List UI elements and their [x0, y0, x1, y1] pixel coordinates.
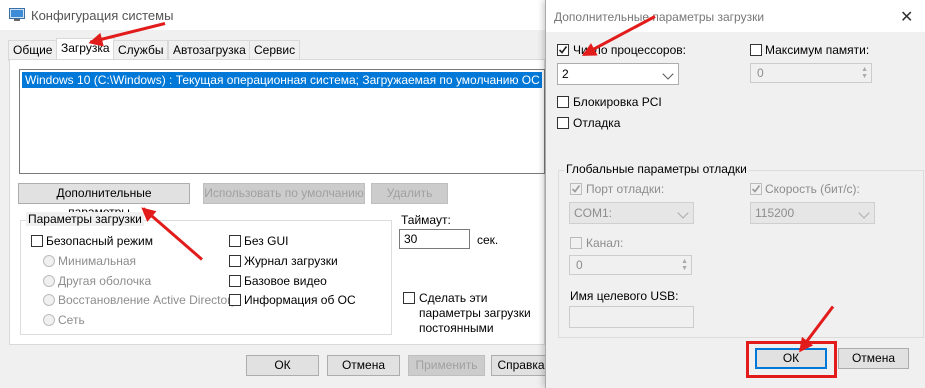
timeout-input[interactable]: 30 — [399, 229, 470, 249]
advanced-options-button[interactable]: Дополнительные параметры... — [18, 183, 190, 219]
global-debug-title: Глобальные параметры отладки — [564, 162, 749, 176]
advanced-boot-dialog: Дополнительные параметры загрузки ✕ Числ… — [545, 0, 925, 388]
boot-log-checkbox[interactable] — [229, 255, 241, 267]
channel-input[interactable]: 0 ▲ ▼ — [569, 255, 692, 275]
max-memory-checkbox[interactable] — [750, 44, 762, 56]
channel-label: Канал: — [586, 236, 624, 250]
spinner-arrows-icon[interactable]: ▲ ▼ — [681, 258, 688, 272]
make-permanent-checkbox[interactable] — [403, 292, 415, 304]
set-default-button[interactable]: Использовать по умолчанию — [203, 183, 365, 204]
minimal-label: Минимальная — [58, 254, 137, 268]
tab-general[interactable]: Общие — [8, 40, 58, 61]
spinner-arrows-icon[interactable]: ▲ ▼ — [861, 66, 868, 80]
max-memory-input[interactable]: 0 ▲ ▼ — [750, 63, 872, 83]
debug-port-value: COM1: — [574, 206, 613, 220]
alternate-shell-radio[interactable] — [43, 275, 55, 287]
timeout-value: 30 — [404, 232, 418, 246]
os-boot-info-label: Информация об ОС — [244, 293, 356, 307]
tab-boot[interactable]: Загрузка — [56, 38, 115, 61]
chevron-down-icon — [858, 207, 870, 219]
baud-rate-checkbox[interactable] — [750, 183, 762, 195]
timeout-label: Таймаут: — [401, 213, 451, 227]
ad-repair-label: Восстановление Active Directory — [58, 293, 238, 307]
base-video-label: Базовое видео — [244, 274, 327, 288]
make-permanent-label: Сделать эти параметры загрузки постоянны… — [419, 291, 531, 335]
cancel-button[interactable]: Отмена — [327, 355, 400, 376]
safe-boot-label: Безопасный режим — [46, 234, 153, 248]
max-memory-label: Максимум памяти: — [765, 43, 870, 57]
network-label: Сеть — [58, 313, 85, 327]
minimal-radio[interactable] — [43, 255, 55, 267]
debug-port-label: Порт отладки: — [586, 182, 665, 196]
num-processors-value: 2 — [562, 67, 569, 81]
dialog-cancel-button[interactable]: Отмена — [838, 348, 909, 369]
tab-startup[interactable]: Автозагрузка — [168, 40, 251, 61]
no-gui-label: Без GUI — [244, 234, 289, 248]
no-gui-checkbox[interactable] — [229, 235, 241, 247]
baud-rate-label: Скорость (бит/с): — [765, 182, 860, 196]
network-radio[interactable] — [43, 314, 55, 326]
debug-port-select[interactable]: COM1: — [569, 202, 694, 224]
delete-button[interactable]: Удалить — [371, 183, 448, 204]
ok-button[interactable]: ОК — [246, 355, 319, 376]
usb-target-input[interactable] — [569, 306, 694, 328]
num-processors-select[interactable]: 2 — [557, 63, 679, 85]
channel-checkbox[interactable] — [570, 237, 582, 249]
system-config-window: Конфигурация системы Общие Загрузка Служ… — [0, 0, 551, 388]
tab-tools[interactable]: Сервис — [249, 40, 301, 61]
help-button[interactable]: Справка — [491, 355, 551, 376]
debug-port-checkbox[interactable] — [570, 183, 582, 195]
checkmark-icon — [751, 185, 761, 193]
checkmark-icon — [558, 46, 568, 54]
max-memory-value: 0 — [757, 66, 764, 80]
pci-lock-label: Блокировка PCI — [573, 95, 662, 109]
base-video-checkbox[interactable] — [229, 275, 241, 287]
pci-lock-checkbox[interactable] — [557, 96, 569, 108]
os-list-item[interactable]: Windows 10 (C:\Windows) : Текущая операц… — [22, 72, 542, 88]
channel-value: 0 — [576, 258, 583, 272]
app-icon — [9, 8, 25, 22]
debug-checkbox[interactable] — [557, 117, 569, 129]
safe-boot-checkbox[interactable] — [31, 235, 43, 247]
debug-label: Отладка — [573, 116, 621, 130]
dialog-close-icon[interactable]: ✕ — [900, 7, 913, 27]
ad-repair-radio[interactable] — [43, 294, 55, 306]
ok-highlight-box — [746, 341, 837, 378]
window-title: Конфигурация системы — [31, 8, 174, 23]
boot-log-label: Журнал загрузки — [244, 254, 338, 268]
apply-button[interactable]: Применить — [408, 355, 485, 376]
chevron-down-icon — [662, 68, 674, 80]
alternate-shell-label: Другая оболочка — [58, 274, 152, 288]
tab-services[interactable]: Службы — [113, 40, 169, 61]
os-boot-info-checkbox[interactable] — [229, 294, 241, 306]
checkmark-icon — [571, 185, 581, 193]
timeout-unit: сек. — [477, 233, 499, 247]
dialog-title: Дополнительные параметры загрузки — [554, 10, 765, 24]
baud-rate-select[interactable]: 115200 — [750, 202, 875, 224]
chevron-down-icon — [677, 207, 689, 219]
os-list[interactable]: Windows 10 (C:\Windows) : Текущая операц… — [19, 69, 545, 174]
boot-options-title: Параметры загрузки — [26, 212, 144, 226]
usb-target-label: Имя целевого USB: — [570, 289, 679, 303]
baud-rate-value: 115200 — [755, 206, 795, 220]
num-processors-checkbox[interactable] — [557, 44, 569, 56]
